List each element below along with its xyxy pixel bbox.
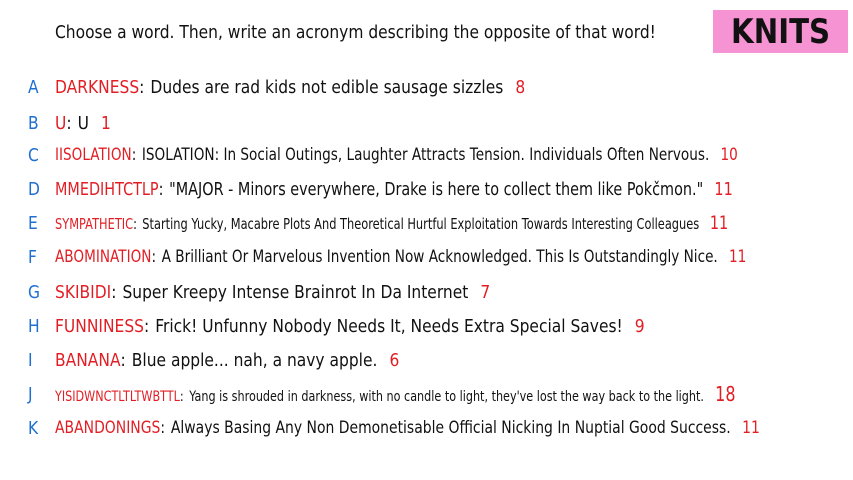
entry-content: SYMPATHETIC: Starting Yucky, Macabre Plo…: [55, 212, 729, 234]
chosen-word: YISIDWNCTLTLTWBTTL: [55, 389, 180, 405]
entry-row-b: B U: U 1: [0, 109, 853, 137]
letter-count: 1: [100, 112, 111, 134]
entry-content: MMEDIHTCTLP: "MAJOR - Minors everywhere,…: [55, 178, 733, 200]
letter-count: 8: [515, 76, 526, 98]
letter-count: 11: [714, 178, 733, 200]
letter-count: 7: [480, 281, 491, 303]
acronym-text: A Brilliant Or Marvelous Invention Now A…: [161, 247, 718, 267]
acronym-text: Frick! Unfunny Nobody Needs It, Needs Ex…: [155, 315, 623, 337]
letter-count: 18: [715, 382, 736, 406]
entry-content: FUNNINESS: Frick! Unfunny Nobody Needs I…: [55, 315, 645, 337]
row-letter: B: [28, 112, 39, 134]
letter-count: 10: [720, 145, 738, 165]
chosen-word: ABANDONINGS: [55, 418, 161, 438]
chosen-word: DARKNESS: [55, 76, 140, 98]
letter-count: 11: [709, 212, 729, 234]
chosen-word: IISOLATION: [55, 145, 132, 165]
entry-row-d: D MMEDIHTCTLP: "MAJOR - Minors everywher…: [0, 175, 853, 203]
entry-content: BANANA: Blue apple... nah, a navy apple.…: [55, 349, 400, 371]
letter-count: 9: [634, 315, 645, 337]
row-letter: D: [28, 178, 40, 200]
entry-row-h: H FUNNINESS: Frick! Unfunny Nobody Needs…: [0, 312, 853, 340]
acronym-text: Dudes are rad kids not edible sausage si…: [150, 76, 504, 98]
entry-row-i: I BANANA: Blue apple... nah, a navy appl…: [0, 346, 853, 374]
entry-content: YISIDWNCTLTLTWBTTL: Yang is shrouded in …: [55, 382, 736, 406]
chosen-word: U: [55, 112, 67, 134]
row-letter: C: [28, 144, 39, 166]
entry-content: SKIBIDI: Super Kreepy Intense Brainrot I…: [55, 281, 491, 303]
acronym-text: Yang is shrouded in darkness, with no ca…: [189, 389, 704, 405]
entry-row-a: A DARKNESS: Dudes are rad kids not edibl…: [0, 73, 853, 101]
chosen-word: MMEDIHTCTLP: [55, 178, 159, 200]
title-badge: KNITS: [713, 10, 848, 53]
entry-row-f: F ABOMINATION: A Brilliant Or Marvelous …: [0, 243, 853, 271]
letter-count: 11: [742, 418, 760, 438]
entry-row-j: J YISIDWNCTLTLTWBTTL: Yang is shrouded i…: [0, 380, 853, 408]
entry-row-c: C IISOLATION: ISOLATION: In Social Outin…: [0, 141, 853, 169]
entry-content: ABANDONINGS: Always Basing Any Non Demon…: [55, 418, 760, 438]
acronym-text: "MAJOR - Minors everywhere, Drake is her…: [169, 178, 704, 200]
entry-content: IISOLATION: ISOLATION: In Social Outings…: [55, 145, 738, 165]
row-letter: F: [28, 246, 37, 268]
row-letter: E: [28, 212, 38, 234]
entry-content: U: U 1: [55, 112, 111, 134]
acronym-text: U: [77, 112, 89, 134]
title-badge-text: KNITS: [730, 11, 831, 52]
chosen-word: SYMPATHETIC: [55, 215, 134, 233]
acronym-text: ISOLATION: In Social Outings, Laughter A…: [141, 145, 710, 165]
entry-content: ABOMINATION: A Brilliant Or Marvelous In…: [55, 247, 747, 267]
instruction-text: Choose a word. Then, write an acronym de…: [55, 22, 656, 43]
acronym-text: Starting Yucky, Macabre Plots And Theore…: [142, 215, 700, 233]
entry-row-e: E SYMPATHETIC: Starting Yucky, Macabre P…: [0, 209, 853, 237]
row-letter: A: [28, 76, 39, 98]
row-letter: K: [28, 417, 39, 439]
chosen-word: FUNNINESS: [55, 315, 144, 337]
chosen-word: ABOMINATION: [55, 247, 152, 267]
row-letter: H: [28, 315, 40, 337]
entry-content: DARKNESS: Dudes are rad kids not edible …: [55, 76, 526, 98]
chosen-word: BANANA: [55, 349, 121, 371]
acronym-text: Always Basing Any Non Demonetisable Offi…: [170, 418, 731, 438]
acronym-text: Super Kreepy Intense Brainrot In Da Inte…: [122, 281, 469, 303]
letter-count: 11: [728, 247, 747, 267]
chosen-word: SKIBIDI: [55, 281, 112, 303]
acronym-text: Blue apple... nah, a navy apple.: [131, 349, 378, 371]
row-letter: J: [28, 383, 33, 405]
row-letter: G: [28, 281, 40, 303]
row-letter: I: [28, 349, 33, 371]
letter-count: 6: [389, 349, 400, 371]
entry-row-g: G SKIBIDI: Super Kreepy Intense Brainrot…: [0, 278, 853, 306]
entry-row-k: K ABANDONINGS: Always Basing Any Non Dem…: [0, 414, 853, 442]
